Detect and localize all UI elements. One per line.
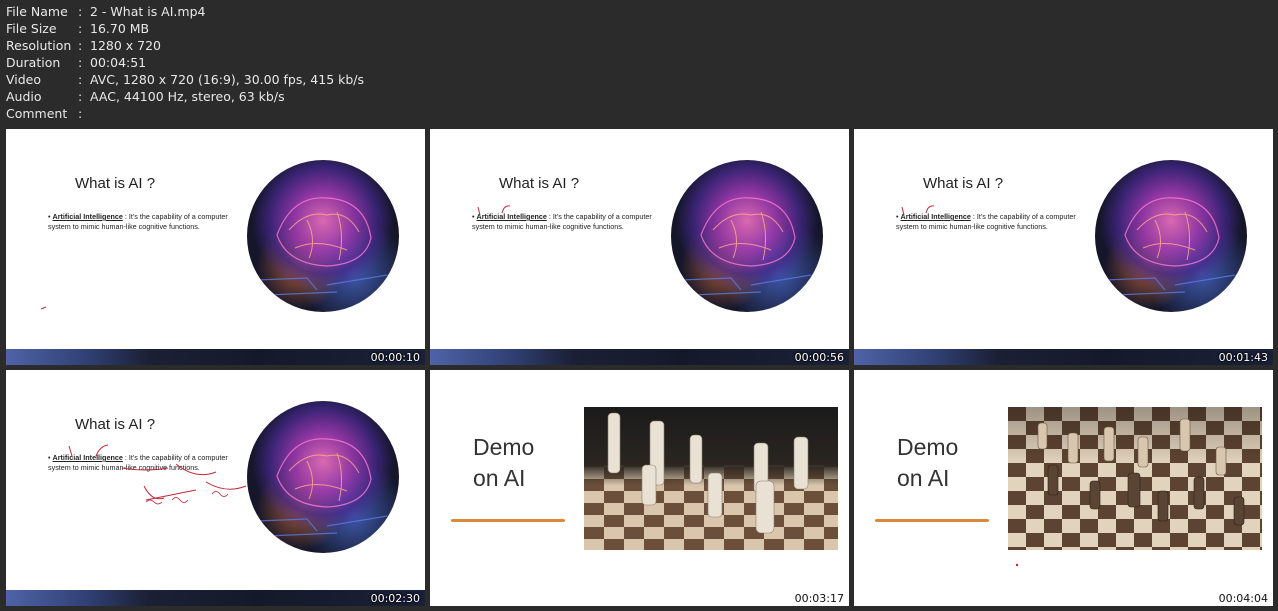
demo-title: Demo on AI [897,432,958,494]
title-underline [875,519,989,522]
meta-row-resolution: Resolution : 1280 x 720 [6,37,364,54]
title-underline [451,519,565,522]
meta-key: Audio [6,89,42,104]
pen-annotation-icon [477,205,511,216]
meta-separator: : [78,89,83,104]
demo-title: Demo on AI [473,432,534,494]
meta-key: Comment [6,106,68,121]
demo-title-line1: Demo [473,434,535,460]
meta-separator: : [78,38,83,53]
bullet: • [896,212,899,221]
meta-separator: : [78,55,83,70]
slide-term: Artificial Intelligence [52,212,123,221]
meta-separator: : [78,106,83,121]
thumbnail-2[interactable]: What is AI ? • Artificial Intelligence :… [430,129,849,365]
meta-separator: : [78,21,83,36]
file-info-panel: File Name : 2 - What is AI.mp4 File Size… [6,3,364,122]
demo-title-line2: on AI [897,465,950,491]
thumbnail-6[interactable]: Demo on AI 00:04:04 [854,370,1273,606]
slide-title: What is AI ? [75,175,156,192]
demo-title-line2: on AI [473,465,526,491]
meta-separator: : [78,4,83,19]
bullet: • [472,212,475,221]
timeline-bar [854,349,1273,365]
thumbnail-4[interactable]: What is AI ? • Artificial Intelligence :… [6,370,425,606]
meta-key: Video [6,72,42,87]
meta-row-file-size: File Size : 16.70 MB [6,20,364,37]
timestamp: 00:03:17 [794,592,844,605]
slide-title: What is AI ? [499,175,580,192]
timestamp: 00:01:43 [1218,351,1268,364]
meta-value: 00:04:51 [90,55,147,70]
timeline-bar [430,349,849,365]
meta-row-audio: Audio : AAC, 44100 Hz, stereo, 63 kb/s [6,88,364,105]
chess-board-image [584,407,838,550]
meta-row-comment: Comment : [6,105,364,122]
brain-circuit-image [247,160,399,312]
timestamp: 00:04:04 [1218,592,1268,605]
pen-annotation-icon [68,444,247,505]
slide-title: What is AI ? [923,175,1004,192]
thumbnail-5[interactable]: Demo on AI 00:03:17 [430,370,849,606]
meta-key: Duration [6,55,61,70]
timeline-bar [6,349,425,365]
meta-row-video: Video : AVC, 1280 x 720 (16:9), 30.00 fp… [6,71,364,88]
brain-circuit-image [247,401,399,553]
meta-key: File Size [6,21,57,36]
meta-value: AVC, 1280 x 720 (16:9), 30.00 fps, 415 k… [90,72,365,87]
slide-title: What is AI ? [75,416,156,433]
demo-title-line1: Demo [897,434,959,460]
meta-value: 2 - What is AI.mp4 [90,4,206,19]
meta-key: Resolution [6,38,72,53]
meta-value: AAC, 44100 Hz, stereo, 63 kb/s [90,89,285,104]
timeline-bar [6,590,425,606]
timestamp: 00:02:30 [370,592,420,605]
meta-separator: : [78,72,83,87]
pen-annotation-icon [901,205,935,216]
meta-row-duration: Duration : 00:04:51 [6,54,364,71]
chess-board-image [1008,407,1262,550]
brain-circuit-image [671,160,823,312]
meta-row-file-name: File Name : 2 - What is AI.mp4 [6,3,364,20]
slide-definition: • Artificial Intelligence : It’s the cap… [48,212,228,231]
brain-circuit-image [1095,160,1247,312]
pen-mark-icon [40,306,47,310]
bullet: • [48,212,51,221]
thumbnail-1[interactable]: What is AI ? • Artificial Intelligence :… [6,129,425,365]
meta-key: File Name [6,4,68,19]
meta-value: 16.70 MB [90,21,150,36]
timestamp: 00:00:10 [370,351,420,364]
meta-value: 1280 x 720 [90,38,162,53]
pen-mark-icon [1015,563,1019,567]
bullet: • [48,453,51,462]
timestamp: 00:00:56 [794,351,844,364]
thumbnail-3[interactable]: What is AI ? • Artificial Intelligence :… [854,129,1273,365]
